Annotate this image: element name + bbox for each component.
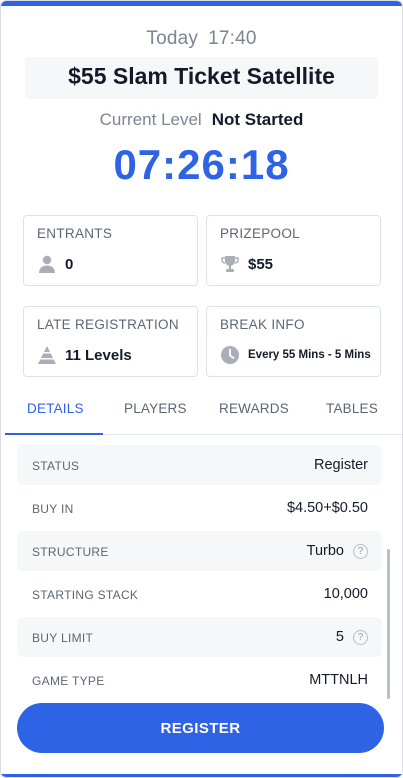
tournament-title: $55 Slam Ticket Satellite <box>68 63 335 89</box>
detail-row-status: STATUS Register <box>17 445 382 485</box>
current-level: Current Level Not Started <box>1 110 402 130</box>
break-info-value-row: Every 55 Mins - 5 Mins <box>220 345 371 365</box>
current-level-value: Not Started <box>211 110 304 129</box>
entrants-value-row: 0 <box>37 254 73 274</box>
detail-row-buy-limit: BUY LIMIT 5? <box>17 617 382 657</box>
detail-value-wrap: Turbo? <box>307 543 368 559</box>
detail-value-wrap: Register <box>314 457 368 473</box>
detail-label: GAME TYPE <box>32 674 105 688</box>
detail-row-structure: STRUCTURE Turbo? <box>17 531 382 571</box>
detail-label: STATUS <box>32 459 80 473</box>
entrants-label: ENTRANTS <box>37 226 113 241</box>
tab-tables[interactable]: TABLES <box>326 401 378 416</box>
break-info-label: BREAK INFO <box>220 317 305 332</box>
tab-details[interactable]: DETAILS <box>27 401 84 416</box>
detail-label: BUY LIMIT <box>32 631 94 645</box>
detail-label: STRUCTURE <box>32 545 109 559</box>
detail-value-wrap: 5? <box>336 629 368 645</box>
details-scrollbar[interactable] <box>387 549 390 699</box>
start-datetime: Today 17:40 <box>1 28 402 50</box>
detail-label: BUY IN <box>32 502 74 516</box>
break-info-value: Every 55 Mins - 5 Mins <box>248 349 371 361</box>
prizepool-label: PRIZEPOOL <box>220 226 300 241</box>
detail-value-wrap: $4.50+$0.50 <box>287 500 368 516</box>
late-registration-value: 11 Levels <box>65 346 132 364</box>
detail-row-starting-stack: STARTING STACK 10,000 <box>17 574 382 614</box>
detail-value: $4.50+$0.50 <box>286 500 368 516</box>
levels-icon <box>37 345 57 365</box>
trophy-icon <box>220 254 240 274</box>
active-tab-indicator <box>5 433 103 435</box>
help-icon[interactable]: ? <box>353 543 368 559</box>
start-time: 17:40 <box>208 28 257 49</box>
bottom-accent-bar <box>1 774 402 777</box>
late-registration-label: LATE REGISTRATION <box>37 317 179 332</box>
clock-icon <box>220 345 240 365</box>
register-button[interactable]: REGISTER <box>17 703 384 753</box>
tab-players[interactable]: PLAYERS <box>124 401 187 416</box>
late-registration-card: LATE REGISTRATION 11 Levels <box>23 306 198 377</box>
tab-bar: DETAILS PLAYERS REWARDS TABLES <box>5 391 402 435</box>
detail-row-buy-in: BUY IN $4.50+$0.50 <box>17 488 382 528</box>
countdown-timer: 07:26:18 <box>113 141 290 188</box>
top-accent-bar <box>1 1 402 6</box>
prizepool-value: $55 <box>248 255 274 273</box>
detail-value: Register <box>314 457 368 473</box>
detail-value: 5 <box>335 629 344 645</box>
detail-value: 10,000 <box>323 586 368 602</box>
entrants-card: ENTRANTS 0 <box>23 215 198 286</box>
person-icon <box>37 254 57 274</box>
prizepool-value-row: $55 <box>220 254 273 274</box>
late-registration-value-row: 11 Levels <box>37 345 132 365</box>
detail-row-game-type: GAME TYPE MTTNLH <box>17 660 382 700</box>
details-list[interactable]: STATUS Register BUY IN $4.50+$0.50 STRUC… <box>1 437 402 712</box>
tab-rewards[interactable]: REWARDS <box>219 401 289 416</box>
start-day: Today <box>146 28 199 49</box>
help-icon[interactable]: ? <box>353 629 368 645</box>
entrants-value: 0 <box>65 255 74 273</box>
tournament-lobby-panel: Today 17:40 $55 Slam Ticket Satellite Cur… <box>0 0 403 778</box>
detail-value: MTTNLH <box>309 672 368 688</box>
detail-label: STARTING STACK <box>32 588 139 602</box>
detail-value-wrap: MTTNLH <box>309 672 368 688</box>
prizepool-card: PRIZEPOOL $55 <box>206 215 381 286</box>
detail-value: Turbo <box>306 543 344 559</box>
break-info-card: BREAK INFO Every 55 Mins - 5 Mins <box>206 306 381 377</box>
current-level-label: Current Level <box>99 110 202 129</box>
detail-value-wrap: 10,000 <box>324 586 368 602</box>
